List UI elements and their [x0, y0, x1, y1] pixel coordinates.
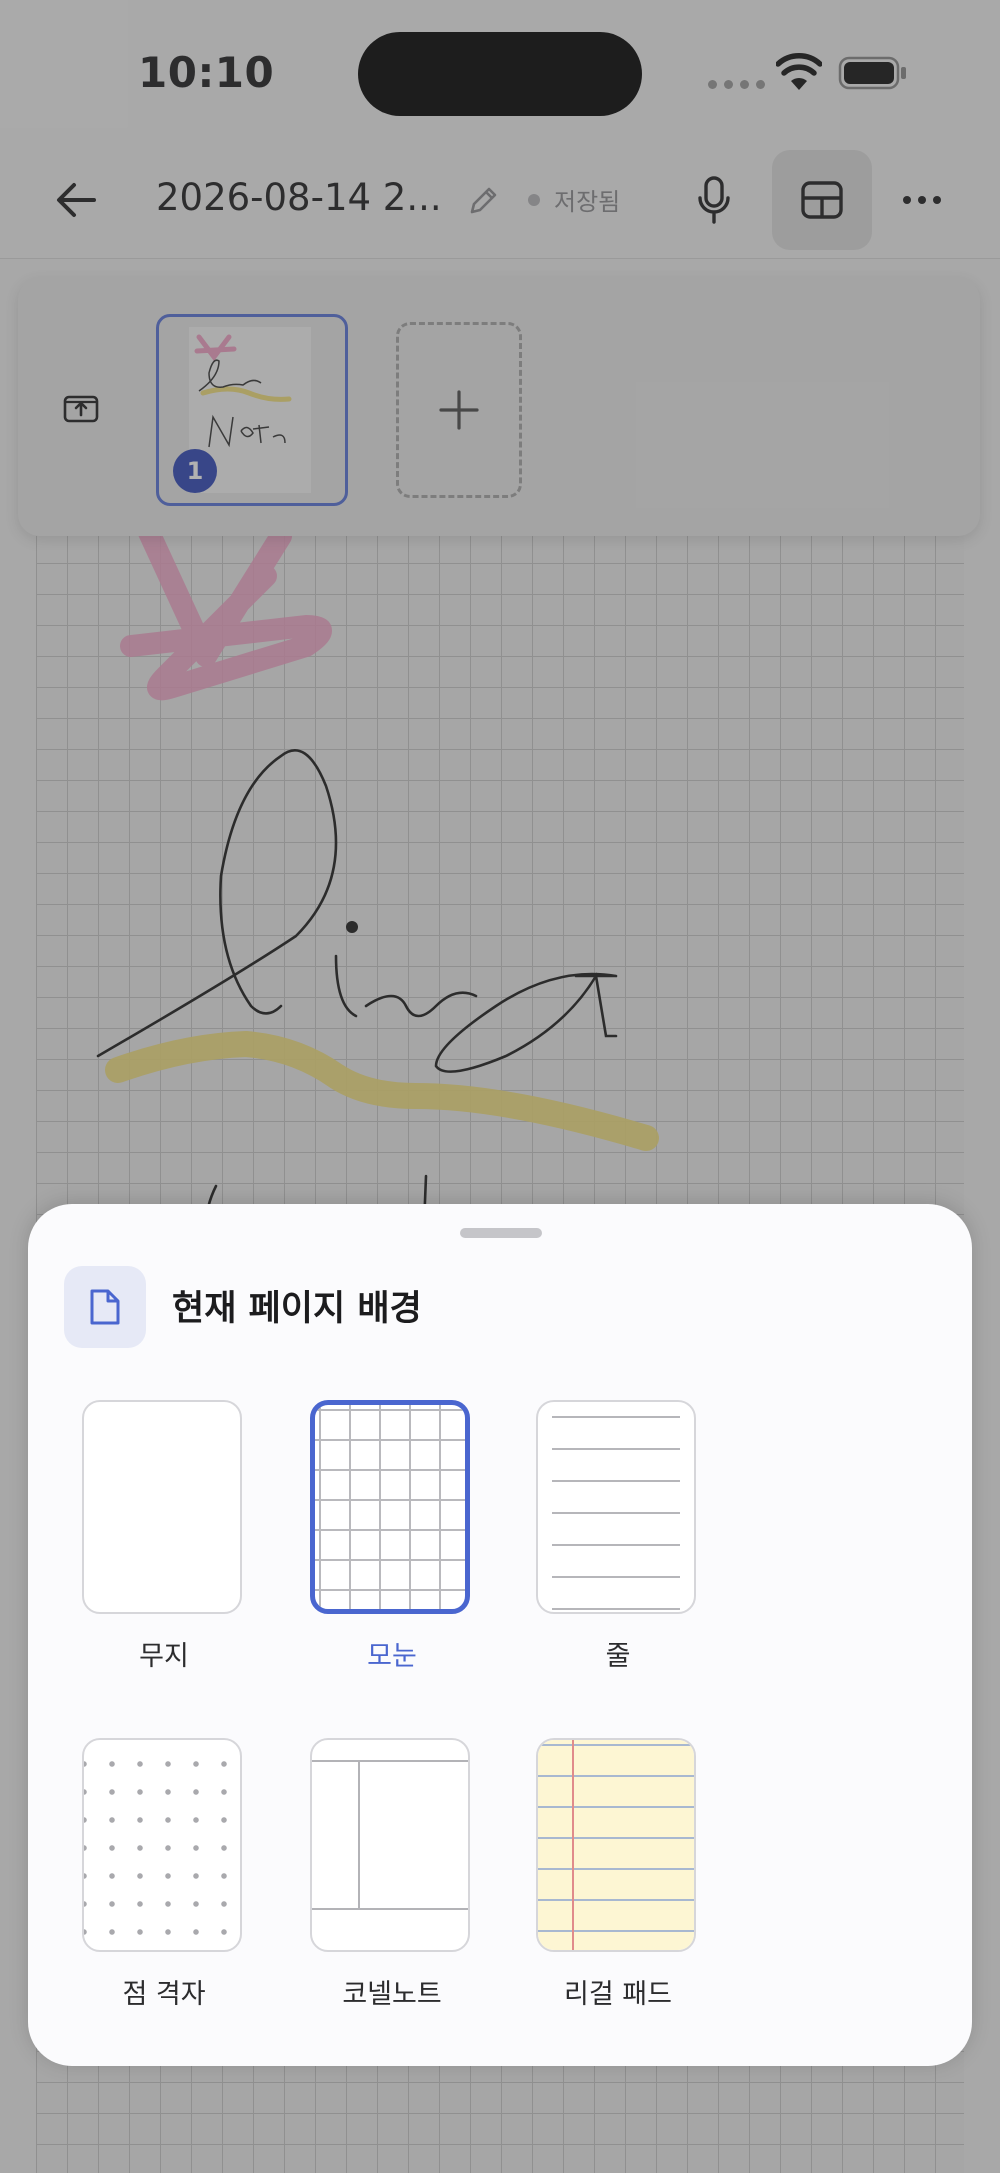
sheet-title: 현재 페이지 배경	[172, 1289, 422, 1329]
background-option-label: 점 격자	[122, 1979, 206, 2010]
background-option-label: 코넬노트	[342, 1979, 442, 2010]
background-option-label: 무지	[139, 1641, 189, 1672]
background-option-grid[interactable]: 모눈	[310, 1400, 474, 1673]
background-option-blank[interactable]: 무지	[82, 1400, 246, 1673]
document-icon	[64, 1266, 146, 1348]
cornell-swatch	[310, 1738, 470, 1952]
background-option-dot-grid[interactable]: 점 격자	[82, 1738, 246, 2011]
background-option-label: 모눈	[367, 1641, 417, 1672]
dot-grid-swatch	[82, 1738, 242, 1952]
grid-swatch	[310, 1400, 470, 1614]
page-background-sheet: 현재 페이지 배경 무지 모눈 줄 점 격자 코넬노트 리걸 패드	[28, 1204, 972, 2066]
sheet-drag-handle[interactable]	[460, 1228, 542, 1238]
lined-swatch	[536, 1400, 696, 1614]
background-option-lined[interactable]: 줄	[536, 1400, 700, 1673]
background-option-label: 리걸 패드	[564, 1979, 672, 2010]
background-option-legal-pad[interactable]: 리걸 패드	[536, 1738, 700, 2011]
blank-swatch	[82, 1400, 242, 1614]
background-option-label: 줄	[605, 1641, 631, 1672]
background-option-cornell[interactable]: 코넬노트	[310, 1738, 474, 2011]
legal-pad-swatch	[536, 1738, 696, 1952]
